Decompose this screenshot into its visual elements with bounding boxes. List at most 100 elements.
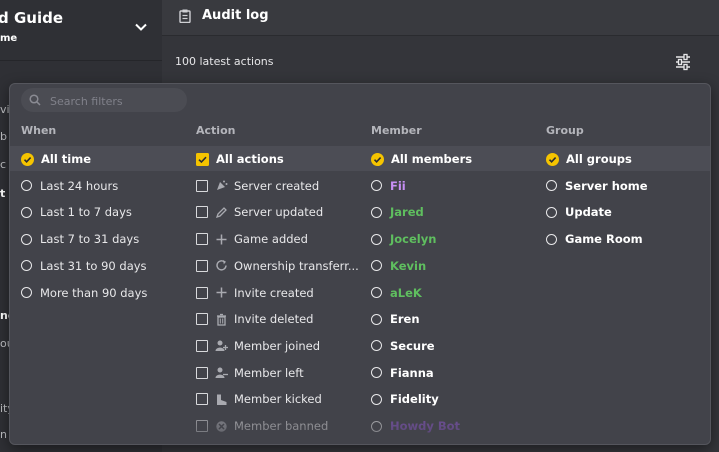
- boot-icon: [215, 393, 228, 406]
- option-label: Howdy Bot: [390, 419, 461, 433]
- trash-icon: [215, 313, 228, 326]
- option-label: Server updated: [234, 205, 324, 220]
- user-minus-icon: [215, 366, 228, 379]
- group-option[interactable]: Game Room: [546, 229, 643, 249]
- search-icon: [29, 94, 41, 106]
- actions-count: 100 latest actions: [175, 55, 274, 68]
- radio-icon[interactable]: [21, 260, 32, 272]
- radio-icon[interactable]: [21, 180, 32, 192]
- action-option[interactable]: Member left: [196, 363, 304, 383]
- checkbox[interactable]: [196, 179, 208, 192]
- pencil-icon: [215, 206, 228, 219]
- member-option[interactable]: Jocelyn: [371, 229, 436, 249]
- when-option[interactable]: Last 7 to 31 days: [21, 229, 139, 249]
- member-option[interactable]: Jared: [371, 202, 424, 222]
- radio-icon[interactable]: [371, 393, 382, 405]
- member-option[interactable]: Eren: [371, 309, 420, 329]
- radio-icon[interactable]: [546, 180, 557, 192]
- option-label: Member left: [234, 365, 304, 380]
- action-option[interactable]: Game added: [196, 229, 308, 249]
- action-option[interactable]: Member kicked: [196, 389, 322, 409]
- radio-icon[interactable]: [371, 233, 382, 245]
- search-box[interactable]: [21, 88, 187, 112]
- radio-icon[interactable]: [371, 420, 382, 432]
- confetti-icon: [215, 179, 228, 192]
- checkbox-checked-icon: [196, 152, 209, 166]
- radio-icon[interactable]: [371, 287, 382, 298]
- radio-icon[interactable]: [21, 287, 32, 298]
- when-option[interactable]: Last 24 hours: [21, 176, 118, 196]
- action-option[interactable]: Invite created: [196, 283, 314, 303]
- option-label: Jocelyn: [390, 232, 437, 247]
- when-option[interactable]: More than 90 days: [21, 283, 147, 303]
- member-option[interactable]: Howdy Bot: [371, 416, 460, 436]
- server-subtitle: me: [0, 33, 18, 44]
- group-option[interactable]: Update: [546, 202, 612, 222]
- action-option[interactable]: Ownership transferr...: [196, 256, 359, 276]
- action-heading: Action: [196, 124, 236, 137]
- search-filters-input[interactable]: [48, 88, 182, 112]
- action-option[interactable]: Member banned: [196, 416, 328, 436]
- option-label: Update: [565, 205, 612, 220]
- radio-icon[interactable]: [371, 313, 382, 325]
- sidebar-fragment: b: [0, 130, 7, 143]
- radio-icon[interactable]: [371, 206, 382, 218]
- member-option[interactable]: Fidelity: [371, 389, 439, 409]
- when-option[interactable]: Last 1 to 7 days: [21, 202, 132, 222]
- radio-icon[interactable]: [21, 233, 32, 245]
- group-option[interactable]: All groups: [546, 149, 632, 169]
- checkbox[interactable]: [196, 233, 208, 246]
- radio-icon[interactable]: [546, 206, 557, 218]
- action-option[interactable]: Member joined: [196, 336, 320, 356]
- member-option[interactable]: Kevin: [371, 256, 426, 276]
- option-label: Server created: [234, 178, 320, 193]
- sidebar-fragment: t: [0, 187, 6, 200]
- group-option[interactable]: Server home: [546, 176, 648, 196]
- scroll-fade: [10, 418, 710, 444]
- server-header[interactable]: d Guide me: [0, 0, 162, 61]
- checkbox[interactable]: [196, 206, 208, 219]
- option-label: aLeK: [390, 285, 422, 300]
- when-heading: When: [21, 124, 57, 137]
- action-option[interactable]: All actions: [196, 149, 284, 169]
- chevron-down-icon[interactable]: [134, 20, 148, 34]
- member-heading: Member: [371, 124, 422, 137]
- radio-icon[interactable]: [371, 180, 382, 192]
- member-option[interactable]: Fii: [371, 176, 406, 196]
- option-label: Member joined: [234, 338, 321, 353]
- radio-icon[interactable]: [546, 233, 557, 245]
- member-option[interactable]: aLeK: [371, 283, 422, 303]
- filter-popover: When Action Member Group All time Last 24…: [9, 83, 711, 445]
- selected-check-icon: [21, 152, 34, 166]
- action-option[interactable]: Server created: [196, 176, 319, 196]
- member-option[interactable]: All members: [371, 149, 472, 169]
- checkbox[interactable]: [196, 313, 208, 326]
- radio-icon[interactable]: [371, 340, 382, 352]
- filter-sliders-icon[interactable]: [672, 52, 694, 72]
- checkbox[interactable]: [196, 339, 208, 352]
- option-label: Fianna: [390, 365, 434, 380]
- checkbox[interactable]: [196, 259, 208, 272]
- sidebar-fragment: c: [0, 158, 7, 171]
- clipboard-icon: [179, 9, 191, 23]
- when-option[interactable]: Last 31 to 90 days: [21, 256, 147, 276]
- checkbox[interactable]: [196, 366, 208, 379]
- option-label: Game added: [234, 232, 308, 247]
- action-option[interactable]: Invite deleted: [196, 309, 313, 329]
- action-option[interactable]: Server updated: [196, 202, 323, 222]
- checkbox[interactable]: [196, 286, 208, 299]
- option-label: Fii: [390, 178, 406, 193]
- radio-icon[interactable]: [21, 206, 32, 218]
- member-option[interactable]: Secure: [371, 336, 435, 356]
- option-label: Secure: [390, 338, 435, 353]
- option-label: Server home: [565, 178, 648, 193]
- option-label: Game Room: [565, 232, 643, 247]
- plus-icon: [215, 233, 228, 246]
- when-option[interactable]: All time: [21, 149, 91, 169]
- member-option[interactable]: Fianna: [371, 363, 434, 383]
- radio-icon[interactable]: [371, 260, 382, 272]
- checkbox[interactable]: [196, 393, 208, 406]
- radio-icon[interactable]: [371, 367, 382, 379]
- checkbox[interactable]: [196, 420, 208, 432]
- option-label: Invite deleted: [234, 312, 314, 327]
